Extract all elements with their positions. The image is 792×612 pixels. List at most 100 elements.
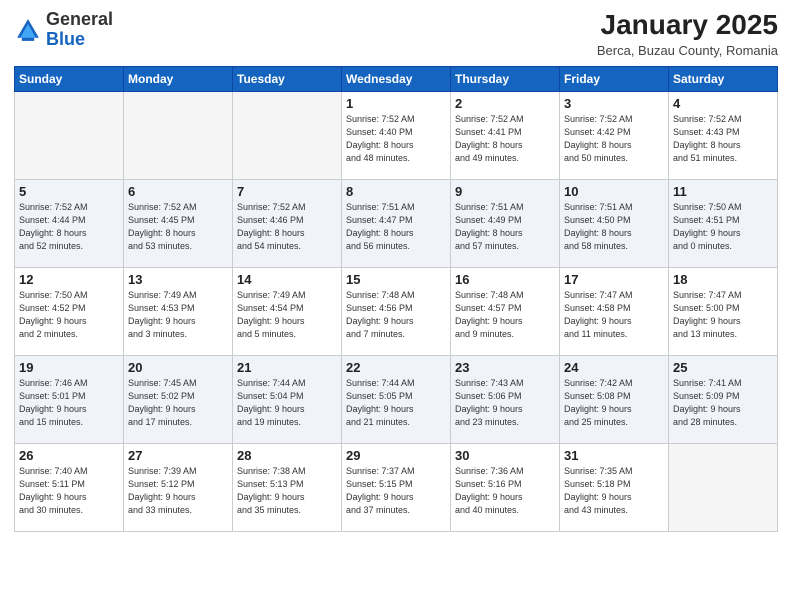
calendar-cell: 19 Sunrise: 7:46 AM Sunset: 5:01 PM Dayli… [15, 355, 124, 443]
weekday-header-monday: Monday [124, 66, 233, 91]
calendar-cell: 18Sunrise: 7:47 AM Sunset: 5:00 PM Dayli… [669, 267, 778, 355]
day-info: Sunrise: 7:52 AM Sunset: 4:41 PM Dayligh… [455, 113, 555, 165]
logo-blue-text: Blue [46, 29, 85, 49]
day-number: 16 [455, 272, 555, 287]
week-row-2: 5 Sunrise: 7:52 AM Sunset: 4:44 PM Daylig… [15, 179, 778, 267]
day-number: 4 [673, 96, 773, 111]
day-number: 26 [19, 448, 119, 463]
logo-text: General Blue [46, 10, 113, 50]
calendar-cell: 1 Sunrise: 7:52 AM Sunset: 4:40 PM Daylig… [342, 91, 451, 179]
day-info: Sunrise: 7:38 AM Sunset: 5:13 PM Dayligh… [237, 465, 337, 517]
weekday-header-friday: Friday [560, 66, 669, 91]
calendar-cell: 30 Sunrise: 7:36 AM Sunset: 5:16 PM Dayli… [451, 443, 560, 531]
day-number: 8 [346, 184, 446, 199]
week-row-4: 19 Sunrise: 7:46 AM Sunset: 5:01 PM Dayli… [15, 355, 778, 443]
day-info: Sunrise: 7:51 AM Sunset: 4:50 PM Dayligh… [564, 201, 664, 253]
day-info: Sunrise: 7:52 AM Sunset: 4:42 PM Dayligh… [564, 113, 664, 165]
month-title: January 2025 [597, 10, 778, 41]
day-number: 6 [128, 184, 228, 199]
calendar-cell: 28 Sunrise: 7:38 AM Sunset: 5:13 PM Dayli… [233, 443, 342, 531]
day-info: Sunrise: 7:36 AM Sunset: 5:16 PM Dayligh… [455, 465, 555, 517]
day-number: 19 [19, 360, 119, 375]
calendar-cell: 24 Sunrise: 7:42 AM Sunset: 5:08 PM Dayli… [560, 355, 669, 443]
calendar-cell [233, 91, 342, 179]
calendar-cell: 23Sunrise: 7:43 AM Sunset: 5:06 PM Dayli… [451, 355, 560, 443]
calendar-cell: 3Sunrise: 7:52 AM Sunset: 4:42 PM Daylig… [560, 91, 669, 179]
day-number: 30 [455, 448, 555, 463]
day-info: Sunrise: 7:40 AM Sunset: 5:11 PM Dayligh… [19, 465, 119, 517]
day-info: Sunrise: 7:50 AM Sunset: 4:51 PM Dayligh… [673, 201, 773, 253]
calendar-cell: 16 Sunrise: 7:48 AM Sunset: 4:57 PM Dayli… [451, 267, 560, 355]
calendar-cell: 10 Sunrise: 7:51 AM Sunset: 4:50 PM Dayli… [560, 179, 669, 267]
day-info: Sunrise: 7:45 AM Sunset: 5:02 PM Dayligh… [128, 377, 228, 429]
title-block: January 2025 Berca, Buzau County, Romani… [597, 10, 778, 58]
calendar-cell: 13 Sunrise: 7:49 AM Sunset: 4:53 PM Dayli… [124, 267, 233, 355]
day-number: 7 [237, 184, 337, 199]
day-number: 9 [455, 184, 555, 199]
weekday-header-row: SundayMondayTuesdayWednesdayThursdayFrid… [15, 66, 778, 91]
day-info: Sunrise: 7:46 AM Sunset: 5:01 PM Dayligh… [19, 377, 119, 429]
day-number: 12 [19, 272, 119, 287]
day-number: 22 [346, 360, 446, 375]
day-info: Sunrise: 7:51 AM Sunset: 4:49 PM Dayligh… [455, 201, 555, 253]
logo-icon [14, 16, 42, 44]
calendar-cell [669, 443, 778, 531]
day-info: Sunrise: 7:35 AM Sunset: 5:18 PM Dayligh… [564, 465, 664, 517]
day-number: 24 [564, 360, 664, 375]
day-info: Sunrise: 7:43 AM Sunset: 5:06 PM Dayligh… [455, 377, 555, 429]
calendar-cell: 6 Sunrise: 7:52 AM Sunset: 4:45 PM Daylig… [124, 179, 233, 267]
calendar-cell: 12 Sunrise: 7:50 AM Sunset: 4:52 PM Dayli… [15, 267, 124, 355]
header: General Blue January 2025 Berca, Buzau C… [14, 10, 778, 58]
day-number: 13 [128, 272, 228, 287]
day-number: 28 [237, 448, 337, 463]
weekday-header-wednesday: Wednesday [342, 66, 451, 91]
day-number: 31 [564, 448, 664, 463]
calendar-cell: 25Sunrise: 7:41 AM Sunset: 5:09 PM Dayli… [669, 355, 778, 443]
day-info: Sunrise: 7:52 AM Sunset: 4:40 PM Dayligh… [346, 113, 446, 165]
day-info: Sunrise: 7:47 AM Sunset: 4:58 PM Dayligh… [564, 289, 664, 341]
day-info: Sunrise: 7:52 AM Sunset: 4:43 PM Dayligh… [673, 113, 773, 165]
day-number: 27 [128, 448, 228, 463]
day-number: 10 [564, 184, 664, 199]
day-info: Sunrise: 7:42 AM Sunset: 5:08 PM Dayligh… [564, 377, 664, 429]
day-info: Sunrise: 7:37 AM Sunset: 5:15 PM Dayligh… [346, 465, 446, 517]
day-info: Sunrise: 7:49 AM Sunset: 4:53 PM Dayligh… [128, 289, 228, 341]
calendar: SundayMondayTuesdayWednesdayThursdayFrid… [14, 66, 778, 532]
calendar-cell: 7 Sunrise: 7:52 AM Sunset: 4:46 PM Daylig… [233, 179, 342, 267]
day-number: 29 [346, 448, 446, 463]
week-row-3: 12 Sunrise: 7:50 AM Sunset: 4:52 PM Dayli… [15, 267, 778, 355]
day-info: Sunrise: 7:39 AM Sunset: 5:12 PM Dayligh… [128, 465, 228, 517]
calendar-cell: 22 Sunrise: 7:44 AM Sunset: 5:05 PM Dayli… [342, 355, 451, 443]
calendar-cell [15, 91, 124, 179]
day-info: Sunrise: 7:52 AM Sunset: 4:44 PM Dayligh… [19, 201, 119, 253]
day-number: 5 [19, 184, 119, 199]
calendar-cell: 4 Sunrise: 7:52 AM Sunset: 4:43 PM Daylig… [669, 91, 778, 179]
day-info: Sunrise: 7:44 AM Sunset: 5:05 PM Dayligh… [346, 377, 446, 429]
day-number: 1 [346, 96, 446, 111]
day-info: Sunrise: 7:52 AM Sunset: 4:45 PM Dayligh… [128, 201, 228, 253]
day-info: Sunrise: 7:48 AM Sunset: 4:57 PM Dayligh… [455, 289, 555, 341]
calendar-cell: 9 Sunrise: 7:51 AM Sunset: 4:49 PM Daylig… [451, 179, 560, 267]
location-title: Berca, Buzau County, Romania [597, 43, 778, 58]
calendar-cell: 14Sunrise: 7:49 AM Sunset: 4:54 PM Dayli… [233, 267, 342, 355]
day-info: Sunrise: 7:41 AM Sunset: 5:09 PM Dayligh… [673, 377, 773, 429]
day-number: 2 [455, 96, 555, 111]
logo: General Blue [14, 10, 113, 50]
calendar-cell [124, 91, 233, 179]
week-row-5: 26 Sunrise: 7:40 AM Sunset: 5:11 PM Dayli… [15, 443, 778, 531]
calendar-cell: 5 Sunrise: 7:52 AM Sunset: 4:44 PM Daylig… [15, 179, 124, 267]
day-info: Sunrise: 7:50 AM Sunset: 4:52 PM Dayligh… [19, 289, 119, 341]
day-number: 11 [673, 184, 773, 199]
weekday-header-saturday: Saturday [669, 66, 778, 91]
calendar-cell: 27 Sunrise: 7:39 AM Sunset: 5:12 PM Dayli… [124, 443, 233, 531]
week-row-1: 1 Sunrise: 7:52 AM Sunset: 4:40 PM Daylig… [15, 91, 778, 179]
weekday-header-sunday: Sunday [15, 66, 124, 91]
calendar-cell: 11 Sunrise: 7:50 AM Sunset: 4:51 PM Dayli… [669, 179, 778, 267]
calendar-cell: 20Sunrise: 7:45 AM Sunset: 5:02 PM Dayli… [124, 355, 233, 443]
day-number: 18 [673, 272, 773, 287]
day-info: Sunrise: 7:51 AM Sunset: 4:47 PM Dayligh… [346, 201, 446, 253]
day-info: Sunrise: 7:52 AM Sunset: 4:46 PM Dayligh… [237, 201, 337, 253]
calendar-cell: 21Sunrise: 7:44 AM Sunset: 5:04 PM Dayli… [233, 355, 342, 443]
day-info: Sunrise: 7:44 AM Sunset: 5:04 PM Dayligh… [237, 377, 337, 429]
calendar-cell: 15Sunrise: 7:48 AM Sunset: 4:56 PM Dayli… [342, 267, 451, 355]
